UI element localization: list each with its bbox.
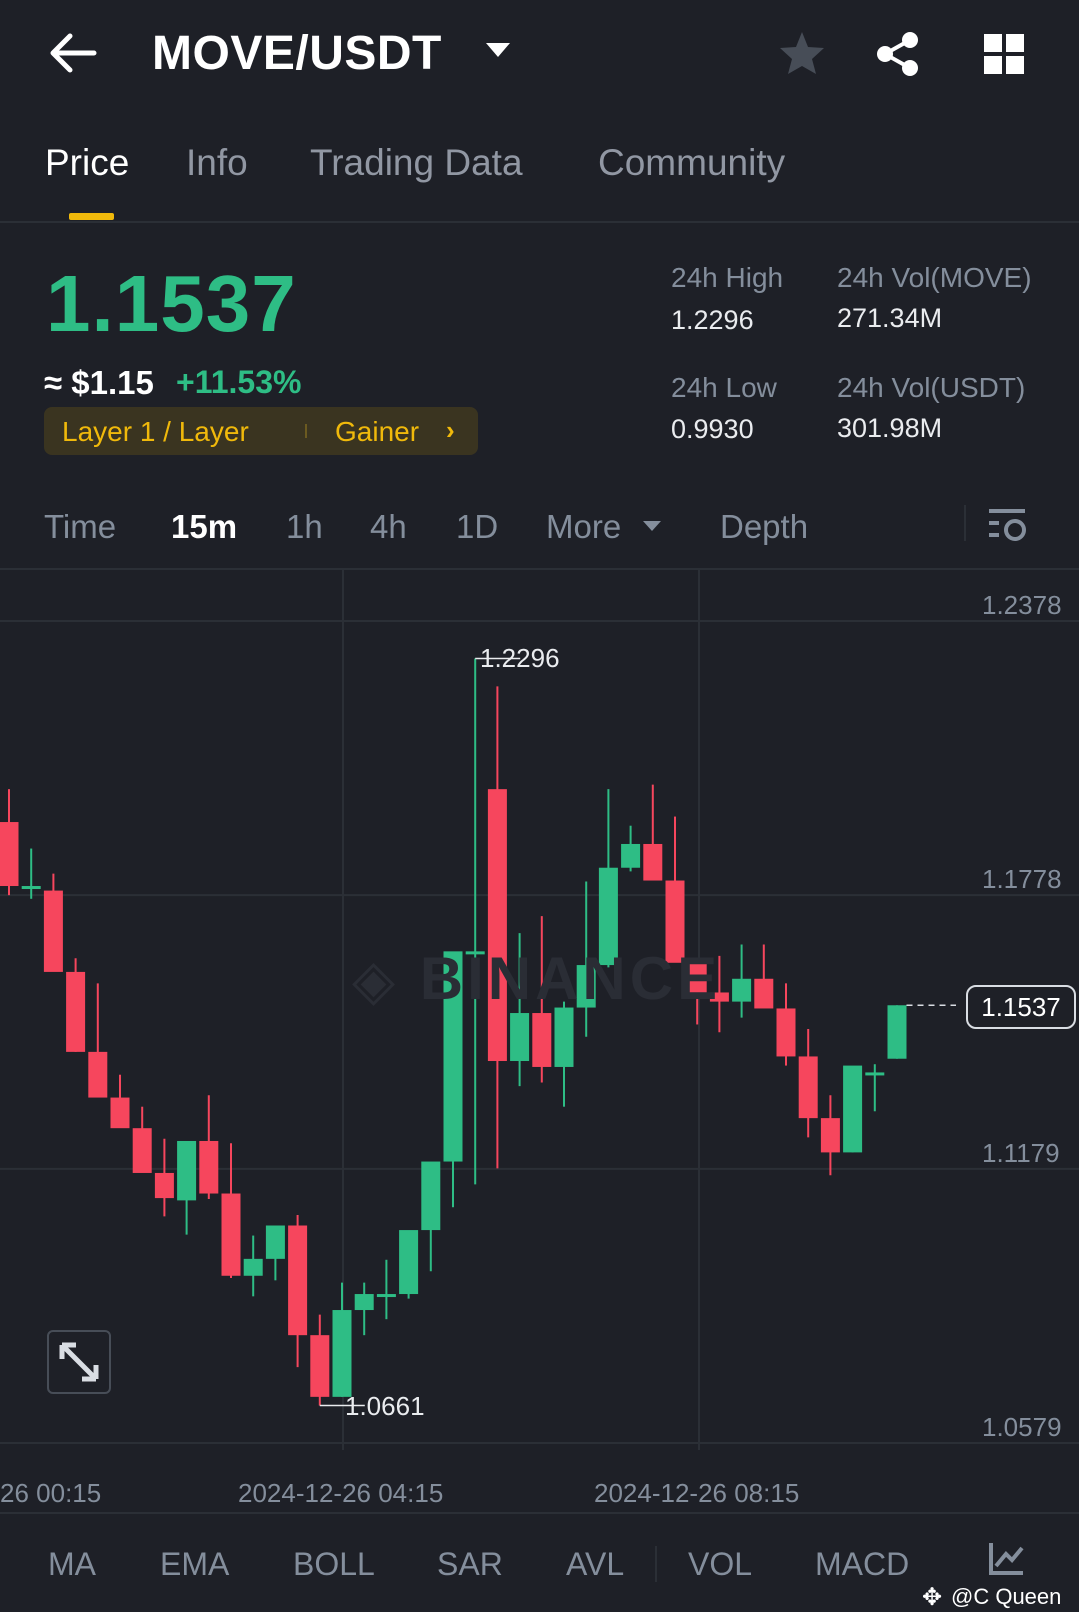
expand-icon [59, 1342, 99, 1382]
active-tab-indicator [69, 213, 114, 220]
candle-body [132, 1128, 152, 1173]
interval-4h[interactable]: 4h [370, 508, 407, 546]
y-tick-label: 1.0579 [982, 1412, 1062, 1442]
chevron-right-icon: › [446, 415, 455, 445]
tag-separator [305, 424, 307, 438]
fullscreen-button[interactable] [47, 1330, 111, 1394]
candle-body [154, 1172, 174, 1199]
chart-bottom-divider [0, 1512, 1079, 1514]
tab-info[interactable]: Info [186, 142, 248, 184]
interval-separator [964, 505, 966, 541]
candle-body [110, 1097, 130, 1129]
candle-body [310, 1335, 330, 1397]
binance-logo-icon: ◈ [352, 948, 400, 1011]
indicator-avl[interactable]: AVL [566, 1546, 624, 1583]
low-label: 24h Low [671, 372, 777, 403]
y-tick-label: 1.1179 [982, 1138, 1060, 1168]
star-icon[interactable] [778, 30, 826, 76]
watermark-text: @C Queen [951, 1584, 1062, 1609]
interval-1d[interactable]: 1D [456, 508, 498, 546]
candle-body [621, 843, 641, 868]
more-caret-icon[interactable] [642, 519, 662, 538]
interval-15m[interactable]: 15m [171, 508, 237, 546]
candle-body [798, 1056, 818, 1119]
usd-price: ≈ $1.15 [44, 364, 154, 401]
candle-body [376, 1294, 396, 1298]
x-tick-label: 26 00:15 [0, 1478, 102, 1508]
indicator-settings-icon[interactable] [988, 1540, 1026, 1583]
candle-body [288, 1225, 308, 1336]
candle-body [487, 789, 507, 1062]
vol-base-label: 24h Vol(MOVE) [837, 262, 1032, 293]
candle-body [421, 1161, 441, 1231]
candle-body [532, 1013, 552, 1067]
chart-watermark: ◈ BINANCE [352, 944, 721, 1013]
indicator-sar[interactable]: SAR [437, 1546, 503, 1583]
candle-body [66, 971, 86, 1052]
indicator-ema[interactable]: EMA [160, 1546, 229, 1583]
candle-body [21, 886, 41, 890]
candle-body [754, 978, 774, 1009]
interval-1h[interactable]: 1h [286, 508, 323, 546]
candle-body [820, 1118, 840, 1153]
share-icon[interactable] [875, 30, 921, 78]
indicator-macd[interactable]: MACD [815, 1546, 909, 1583]
back-arrow-icon[interactable] [48, 32, 98, 74]
chart-settings-icon[interactable] [988, 506, 1028, 547]
watermark-logo-icon: ✥ [922, 1584, 943, 1611]
candle-body [643, 843, 663, 881]
candle-body [177, 1140, 197, 1201]
candle-body [399, 1230, 419, 1295]
caret-down-icon[interactable] [484, 40, 512, 65]
interval-depth[interactable]: Depth [720, 508, 808, 546]
candle-body [776, 1008, 796, 1057]
grid-icon[interactable] [982, 32, 1026, 76]
tag-category-label: Layer 1 / Layer [62, 416, 249, 447]
candle-body [43, 890, 63, 972]
high-value: 1.2296 [671, 305, 754, 335]
x-tick-label: 2024-12-26 04:15 [238, 1478, 444, 1508]
candle-body [887, 1005, 907, 1059]
candle-body [88, 1051, 108, 1098]
candle-body [0, 822, 19, 887]
candlestick-chart[interactable] [0, 570, 1079, 1480]
candle-body [354, 1294, 374, 1311]
indicator-ma[interactable]: MA [48, 1546, 96, 1583]
candle-body [732, 978, 752, 1002]
tab-trading-data[interactable]: Trading Data [310, 142, 523, 184]
interval-more[interactable]: More [546, 508, 621, 546]
indicator-boll[interactable]: BOLL [293, 1546, 375, 1583]
candle-body [554, 1007, 574, 1067]
tag-type-label: Gainer [335, 416, 420, 447]
tab-price[interactable]: Price [45, 142, 129, 184]
candle-body [510, 1013, 530, 1062]
interval-time[interactable]: Time [44, 508, 116, 546]
indicator-separator [655, 1546, 657, 1582]
candle-body [843, 1065, 863, 1153]
candle-body [332, 1310, 352, 1397]
low-marker-label: 1.0661 [345, 1391, 425, 1421]
high-marker-label: 1.2296 [480, 643, 560, 673]
last-price-marker-label: 1.1537 [981, 992, 1061, 1022]
candle-body [865, 1072, 885, 1076]
high-label: 24h High [671, 262, 784, 293]
indicator-vol[interactable]: VOL [688, 1546, 752, 1583]
tab-community[interactable]: Community [598, 142, 785, 184]
price-change-percent: +11.53% [176, 364, 302, 400]
vol-base-value: 271.34M [837, 303, 943, 333]
vol-quote-label: 24h Vol(USDT) [837, 372, 1026, 403]
low-value: 0.9930 [671, 414, 754, 444]
x-tick-label: 2024-12-26 08:15 [594, 1478, 800, 1508]
candle-body [221, 1193, 241, 1276]
y-tick-label: 1.2378 [982, 590, 1062, 620]
pair-title[interactable]: MOVE/USDT [152, 26, 442, 81]
candle-body [243, 1258, 263, 1276]
last-price: 1.1537 [46, 259, 297, 348]
vol-quote-value: 301.98M [837, 413, 943, 443]
y-tick-label: 1.1778 [982, 864, 1062, 894]
chart-watermark-text: BINANCE [419, 945, 722, 1012]
candle-body [265, 1225, 285, 1259]
tabs-divider [0, 221, 1079, 223]
candle-body [199, 1140, 219, 1194]
